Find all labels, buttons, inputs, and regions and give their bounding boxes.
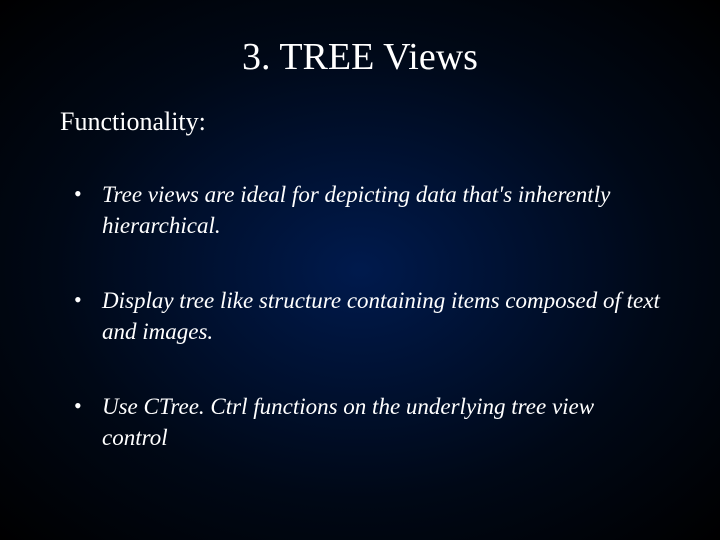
slide-title: 3. TREE Views [60, 35, 660, 79]
list-item: Tree views are ideal for depicting data … [74, 179, 660, 241]
slide-subtitle: Functionality: [60, 107, 660, 137]
slide-container: 3. TREE Views Functionality: Tree views … [0, 0, 720, 540]
bullet-list: Tree views are ideal for depicting data … [60, 179, 660, 453]
list-item: Display tree like structure containing i… [74, 285, 660, 347]
list-item: Use CTree. Ctrl functions on the underly… [74, 391, 660, 453]
